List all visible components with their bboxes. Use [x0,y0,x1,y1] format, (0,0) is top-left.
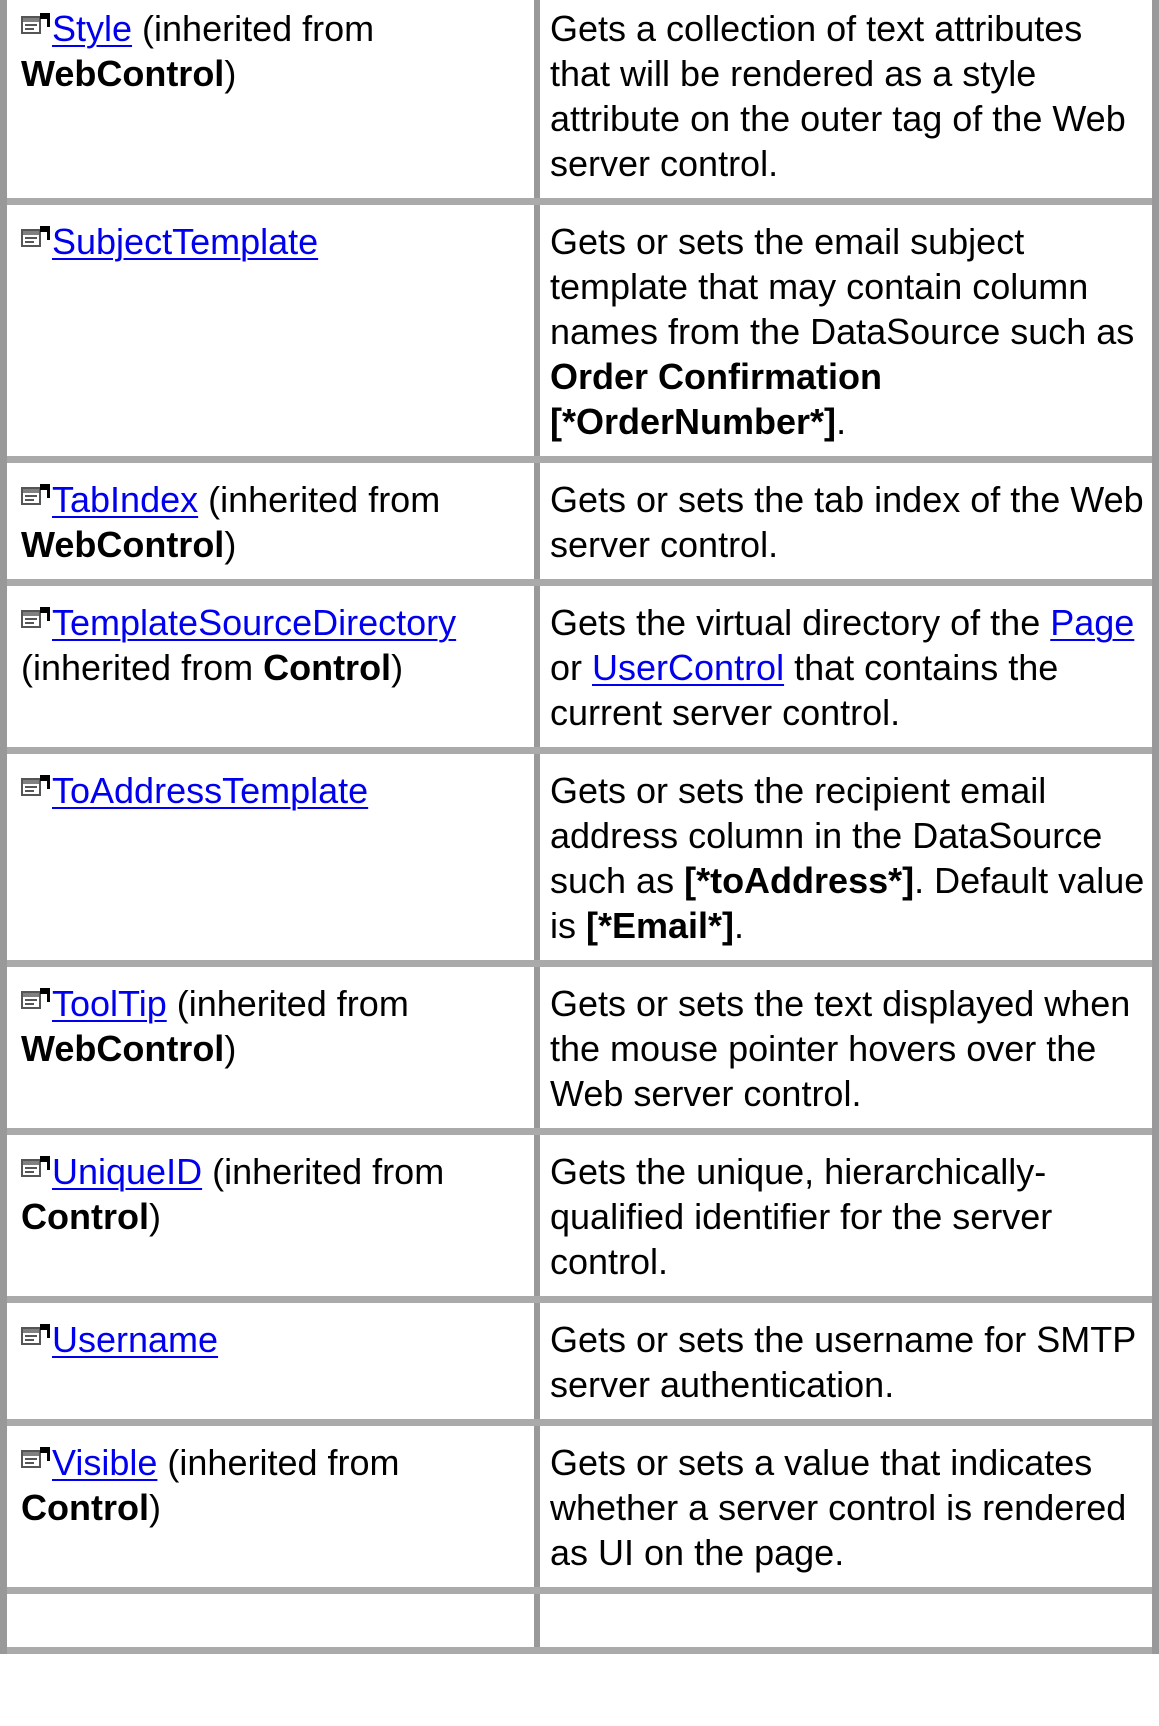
member-description: Gets the unique, hierarchically-qualifie… [537,1131,1152,1303]
member-name-cell: TabIndex (inherited from WebControl) [7,459,540,586]
property-icon [21,986,51,1014]
member-link-tooltip[interactable]: ToolTip [52,983,167,1024]
member-description: Gets or sets the text displayed when the… [537,963,1152,1135]
inherited-prefix: (inherited from [198,479,441,520]
table-row: TemplateSourceDirectory (inherited from … [7,582,1152,754]
member-description: Gets or sets the tab index of the Web se… [537,459,1152,586]
page-link[interactable]: Page [1050,602,1134,643]
member-description: Gets or sets the recipient email address… [537,750,1152,967]
description-text: Gets the virtual directory of the [550,602,1051,643]
description-bold: [*toAddress*] [684,860,915,901]
member-link-username[interactable]: Username [52,1319,218,1360]
member-link-uniqueid[interactable]: UniqueID [52,1151,202,1192]
inherited-prefix: (inherited from [166,983,409,1024]
inherited-from: WebControl [21,53,225,94]
table-row: ToAddressTemplate Gets or sets the recip… [7,750,1152,967]
inherited-prefix: (inherited from [132,8,375,49]
member-name-cell: ToAddressTemplate [7,750,540,967]
inherited-suffix: ) [391,647,404,688]
member-description: Gets the virtual directory of the Page o… [537,582,1152,754]
inherited-suffix: ) [224,53,237,94]
inherited-from: Control [263,647,392,688]
inherited-from: Control [21,1487,149,1528]
description-text: or [550,647,593,688]
description-text: . [734,905,745,946]
usercontrol-link[interactable]: UserControl [592,647,784,688]
property-icon [21,482,51,510]
table-row: ToolTip (inherited from WebControl) Gets… [7,963,1152,1135]
member-name-cell: SubjectTemplate [7,201,540,463]
table-row-partial [7,1590,1152,1654]
description-text: Gets or sets the email subject template … [550,221,1135,352]
inherited-prefix: (inherited from [202,1151,445,1192]
member-name-cell: Style (inherited from WebControl) [7,0,540,205]
inherited-prefix: (inherited from [21,647,264,688]
property-icon [21,1445,51,1473]
inherited-from: WebControl [21,524,225,565]
inherited-suffix: ) [224,524,237,565]
member-description [537,1590,1152,1654]
table-row: Username Gets or sets the username for S… [7,1299,1152,1426]
table-row: Visible (inherited from Control) Gets or… [7,1422,1152,1594]
member-link-toaddresstemplate[interactable]: ToAddressTemplate [52,770,368,811]
member-description: Gets or sets the email subject template … [537,201,1152,463]
inherited-from: Control [21,1196,149,1237]
property-icon [21,1154,51,1182]
member-link-style[interactable]: Style [52,8,132,49]
member-description: Gets or sets a value that indicates whet… [537,1422,1152,1594]
table-row: SubjectTemplate Gets or sets the email s… [7,201,1152,463]
description-bold: [*Email*] [586,905,735,946]
inherited-suffix: ) [148,1196,161,1237]
member-name-cell [7,1590,540,1654]
member-description: Gets a collection of text attributes tha… [537,0,1152,205]
inherited-prefix: (inherited from [157,1442,400,1483]
description-text: . [836,401,847,442]
member-name-cell: Username [7,1299,540,1426]
property-icon [21,605,51,633]
table-row: Style (inherited from WebControl) Gets a… [7,0,1152,205]
table-row: TabIndex (inherited from WebControl) Get… [7,459,1152,586]
property-icon [21,224,51,252]
member-link-subjecttemplate[interactable]: SubjectTemplate [52,221,318,262]
description-bold: Order Confirmation [*OrderNumber*] [550,356,883,442]
members-table: Style (inherited from WebControl) Gets a… [7,0,1152,1654]
inherited-suffix: ) [224,1028,237,1069]
member-name-cell: ToolTip (inherited from WebControl) [7,963,540,1135]
property-icon [21,11,51,39]
member-description: Gets or sets the username for SMTP serve… [537,1299,1152,1426]
member-name-cell: UniqueID (inherited from Control) [7,1131,540,1303]
table-row: UniqueID (inherited from Control) Gets t… [7,1131,1152,1303]
property-icon [21,1322,51,1350]
members-table-frame: Style (inherited from WebControl) Gets a… [0,0,1159,1654]
member-link-visible[interactable]: Visible [52,1442,157,1483]
inherited-from: WebControl [21,1028,225,1069]
member-link-templatesourcedirectory[interactable]: TemplateSourceDirectory [52,602,456,643]
member-link-tabindex[interactable]: TabIndex [52,479,198,520]
property-icon [21,773,51,801]
inherited-suffix: ) [148,1487,161,1528]
member-name-cell: Visible (inherited from Control) [7,1422,540,1594]
member-name-cell: TemplateSourceDirectory (inherited from … [7,582,540,754]
